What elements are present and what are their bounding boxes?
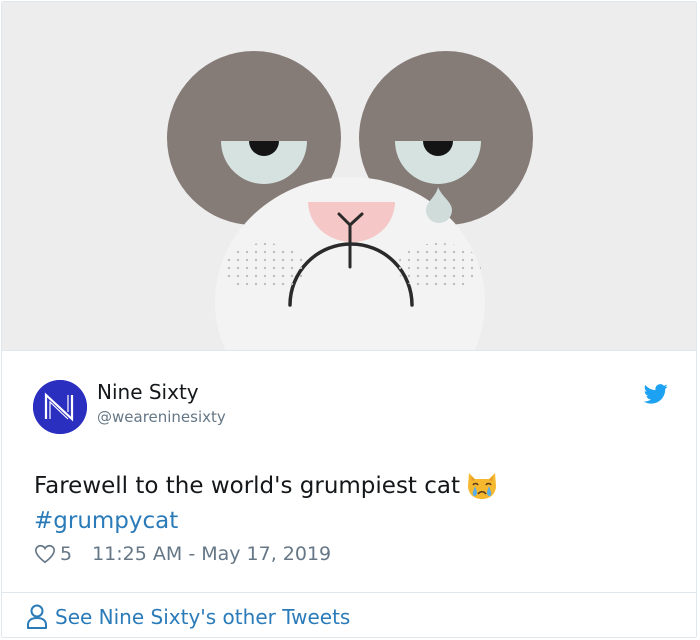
- grumpy-cat-illustration: [167, 51, 533, 350]
- see-other-tweets-link[interactable]: See Nine Sixty's other Tweets: [26, 603, 350, 631]
- tweet-media-image[interactable]: [2, 2, 696, 351]
- like-count[interactable]: 5: [60, 543, 72, 565]
- hashtag-link[interactable]: #grumpycat: [34, 504, 178, 538]
- person-icon: [27, 604, 47, 629]
- footer-divider: [2, 592, 696, 593]
- heart-icon[interactable]: [34, 543, 56, 565]
- tweet-card: Nine Sixty @weareninesixty Farewell to t…: [1, 1, 697, 638]
- tweet-text-content: Farewell to the world's grumpiest cat: [34, 473, 461, 499]
- tweet-meta: 5 11:25 AM - May 17, 2019: [34, 541, 331, 567]
- tweet-text: Farewell to the world's grumpiest cat: [34, 469, 498, 503]
- avatar[interactable]: [33, 380, 87, 434]
- tweet-timestamp[interactable]: 11:25 AM - May 17, 2019: [92, 543, 331, 565]
- author-handle[interactable]: @weareninesixty: [97, 408, 226, 426]
- nine-sixty-logo-icon: [33, 380, 87, 434]
- crying-cat-emoji: [468, 473, 497, 499]
- author-display-name[interactable]: Nine Sixty: [97, 380, 199, 404]
- see-other-tweets-label: See Nine Sixty's other Tweets: [55, 605, 351, 629]
- twitter-bird-icon[interactable]: [644, 383, 668, 405]
